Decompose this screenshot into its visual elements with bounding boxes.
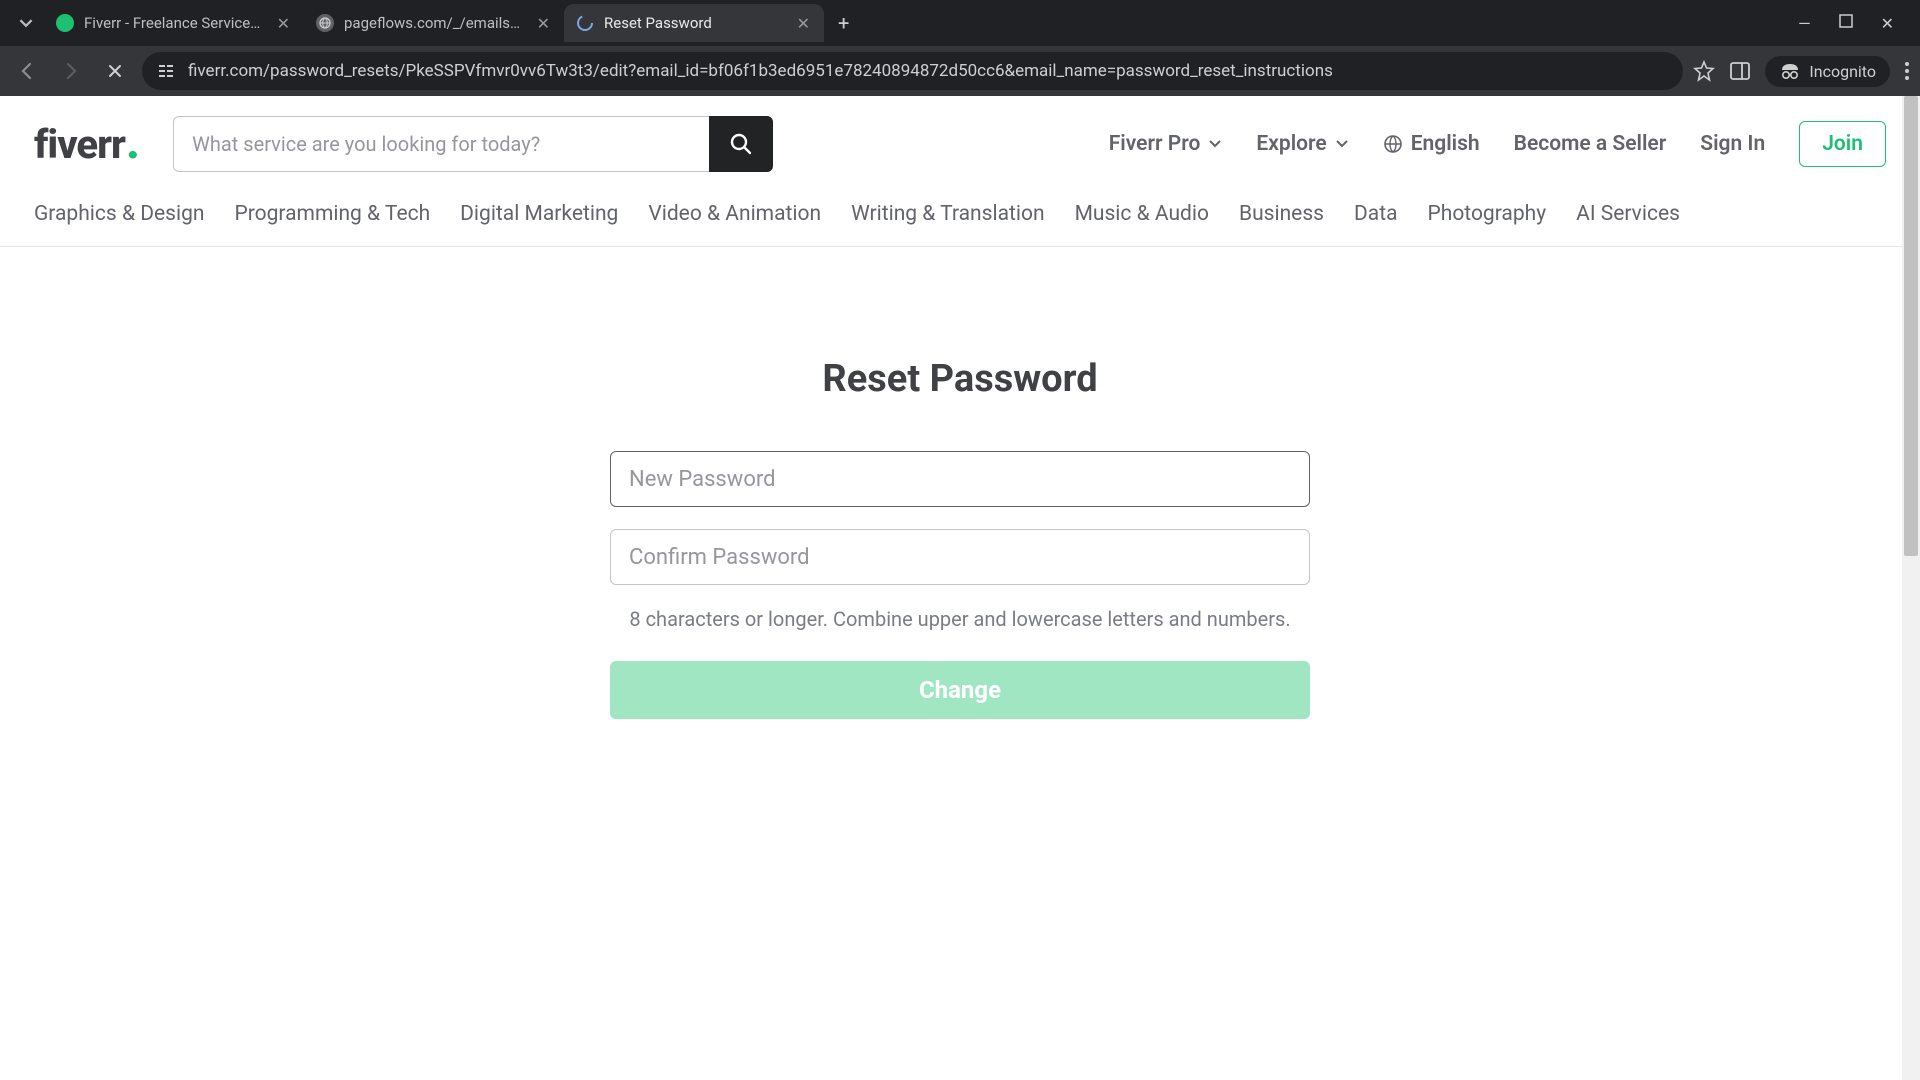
minimize-icon[interactable]: —: [1798, 14, 1811, 33]
close-icon[interactable]: ✕: [535, 12, 552, 35]
change-button[interactable]: Change: [610, 661, 1310, 719]
category-bar: Graphics & Design Programming & Tech Dig…: [0, 192, 1920, 247]
category-link[interactable]: Photography: [1428, 202, 1547, 226]
favicon-generic: [316, 14, 334, 32]
back-button[interactable]: [10, 54, 44, 88]
join-label: Join: [1822, 132, 1863, 156]
search-box: [173, 116, 773, 172]
close-icon[interactable]: ✕: [275, 12, 292, 35]
nav-label: Sign In: [1700, 132, 1765, 156]
tab-title: pageflows.com/_/emails/_/7fb5: [344, 14, 525, 32]
search-input[interactable]: [173, 116, 709, 172]
incognito-label: Incognito: [1809, 62, 1876, 81]
nav-language[interactable]: English: [1383, 132, 1480, 156]
category-link[interactable]: Graphics & Design: [34, 202, 204, 226]
reset-password-section: Reset Password 8 characters or longer. C…: [0, 247, 1920, 719]
maximize-icon[interactable]: [1839, 14, 1853, 33]
chevron-down-icon: [1335, 139, 1349, 149]
tab-title: Reset Password: [604, 14, 785, 32]
bookmark-icon[interactable]: [1693, 60, 1715, 82]
nav-label: English: [1411, 132, 1480, 156]
search-button[interactable]: [709, 116, 773, 172]
fiverr-logo[interactable]: fiverr.: [34, 121, 139, 168]
nav-fiverr-pro[interactable]: Fiverr Pro: [1109, 132, 1223, 156]
password-hint: 8 characters or longer. Combine upper an…: [610, 607, 1310, 631]
tab-strip: Fiverr - Freelance Services Mark ✕ pagef…: [0, 0, 1920, 46]
category-link[interactable]: Programming & Tech: [234, 202, 430, 226]
logo-text: fiverr: [34, 121, 125, 168]
reset-form: 8 characters or longer. Combine upper an…: [610, 451, 1310, 719]
category-link[interactable]: Writing & Translation: [851, 202, 1044, 226]
side-panel-icon[interactable]: [1729, 60, 1751, 82]
menu-icon[interactable]: [1904, 60, 1910, 82]
browser-tab-2[interactable]: Reset Password ✕: [564, 4, 824, 42]
close-window-icon[interactable]: ✕: [1881, 14, 1894, 33]
search-icon: [729, 132, 753, 156]
stop-button[interactable]: [98, 54, 132, 88]
header-links: Fiverr Pro Explore English Become a Sell…: [1109, 121, 1886, 167]
category-link[interactable]: Music & Audio: [1075, 202, 1209, 226]
nav-signin[interactable]: Sign In: [1700, 132, 1765, 156]
site-header: fiverr. Fiverr Pro Explore: [0, 96, 1920, 192]
nav-label: Explore: [1256, 132, 1326, 156]
join-button[interactable]: Join: [1799, 121, 1886, 167]
new-password-input[interactable]: [610, 451, 1310, 507]
category-link[interactable]: Digital Marketing: [460, 202, 618, 226]
category-link[interactable]: Video & Animation: [648, 202, 821, 226]
url-text: fiverr.com/password_resets/PkeSSPVfmvr0v…: [188, 61, 1333, 81]
globe-icon: [1383, 134, 1403, 154]
favicon-loading: [576, 14, 594, 32]
tab-title: Fiverr - Freelance Services Mark: [84, 14, 265, 32]
nav-label: Fiverr Pro: [1109, 132, 1201, 156]
page-title: Reset Password: [822, 357, 1097, 401]
browser-chrome: Fiverr - Freelance Services Mark ✕ pagef…: [0, 0, 1920, 96]
incognito-badge[interactable]: Incognito: [1765, 56, 1890, 87]
category-link[interactable]: Business: [1239, 202, 1324, 226]
scrollbar-thumb[interactable]: [1904, 96, 1918, 556]
chevron-down-icon: [1208, 139, 1222, 149]
scrollbar-track[interactable]: [1902, 96, 1920, 1080]
nav-label: Become a Seller: [1514, 132, 1667, 156]
forward-button[interactable]: [54, 54, 88, 88]
address-bar: fiverr.com/password_resets/PkeSSPVfmvr0v…: [0, 46, 1920, 96]
favicon-fiverr: [56, 14, 74, 32]
tab-search-dropdown[interactable]: [8, 5, 44, 41]
nav-explore[interactable]: Explore: [1256, 132, 1348, 156]
nav-become-seller[interactable]: Become a Seller: [1514, 132, 1667, 156]
new-tab-button[interactable]: +: [824, 11, 863, 35]
close-icon[interactable]: ✕: [795, 12, 812, 35]
url-input[interactable]: fiverr.com/password_resets/PkeSSPVfmvr0v…: [142, 52, 1683, 90]
page-viewport: fiverr. Fiverr Pro Explore: [0, 96, 1920, 1080]
confirm-password-input[interactable]: [610, 529, 1310, 585]
window-controls: — ✕: [1798, 14, 1912, 33]
site-settings-icon[interactable]: [156, 61, 176, 81]
browser-tab-1[interactable]: pageflows.com/_/emails/_/7fb5 ✕: [304, 4, 564, 42]
category-link[interactable]: AI Services: [1576, 202, 1680, 226]
category-link[interactable]: Data: [1354, 202, 1398, 226]
browser-tab-0[interactable]: Fiverr - Freelance Services Mark ✕: [44, 4, 304, 42]
